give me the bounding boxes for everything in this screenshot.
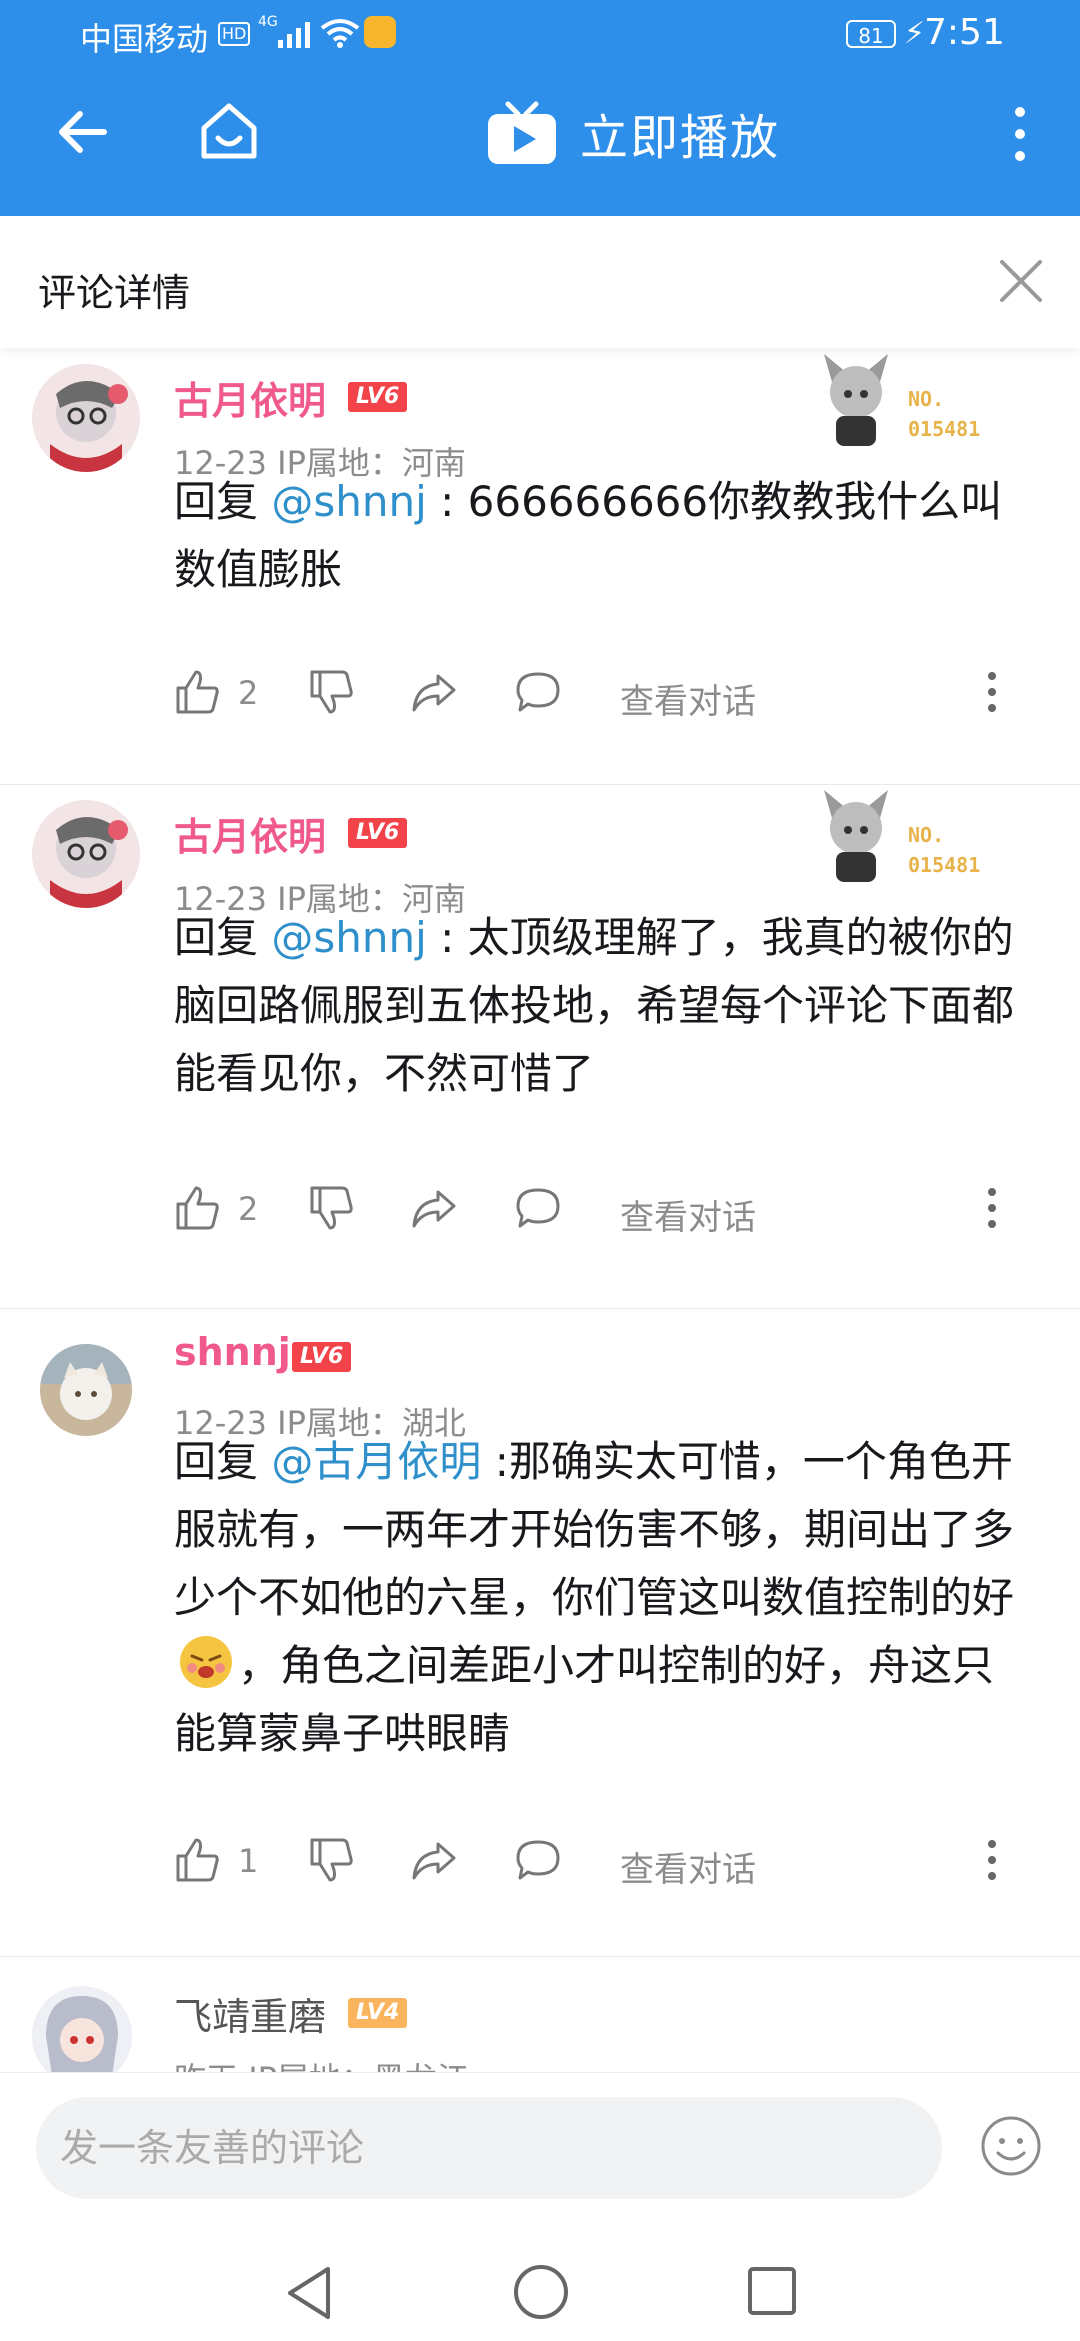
- signal-icon: [278, 22, 310, 48]
- comment-text: 回复 @shnnj : 666666666你教教我什么叫数值膨胀: [174, 477, 1003, 594]
- hd-badge: HD: [218, 22, 251, 46]
- reply-icon[interactable]: [514, 668, 562, 716]
- like-count: 1: [238, 1842, 259, 1880]
- comment-item: 飞靖重磨 LV4 昨天 IP属地：黑龙江: [0, 1956, 1080, 2072]
- nav-recent-apps-icon[interactable]: [746, 2265, 798, 2317]
- like-icon[interactable]: [174, 1184, 222, 1232]
- back-arrow-icon[interactable]: [52, 100, 116, 164]
- fan-badge-number: NO. 015481: [908, 823, 981, 877]
- charging-icon: ⚡: [904, 16, 926, 51]
- comment-item: 古月依明 LV6 12-23 IP属地：河南 NO. 015481 回复 @shn…: [0, 784, 1080, 1309]
- play-now-button[interactable]: 立即播放: [486, 98, 780, 168]
- comment-item: 古月依明 LV6 12-23 IP属地：河南 NO. 015481 回复 @shn…: [0, 348, 1080, 785]
- dislike-icon[interactable]: [308, 668, 356, 716]
- close-icon[interactable]: [996, 256, 1046, 306]
- more-vertical-icon[interactable]: [1000, 104, 1040, 164]
- comment-meta: 昨天 IP属地：黑龙江: [174, 2054, 469, 2072]
- share-icon[interactable]: [410, 1184, 458, 1232]
- fan-badge-figure: [824, 790, 888, 882]
- like-icon[interactable]: [174, 1836, 222, 1884]
- like-icon[interactable]: [174, 668, 222, 716]
- nav-home-icon[interactable]: [512, 2263, 570, 2321]
- view-dialog-link[interactable]: 查看对话: [620, 1842, 756, 1891]
- level-badge: LV6: [348, 382, 408, 412]
- reply-icon[interactable]: [514, 1184, 562, 1232]
- dislike-icon[interactable]: [308, 1184, 356, 1232]
- like-count: 2: [238, 1190, 259, 1228]
- ip-location: 黑龙江: [373, 2060, 469, 2072]
- tv-play-icon: [488, 101, 556, 164]
- level-badge: LV6: [292, 1342, 352, 1372]
- mention-link[interactable]: @shnnj: [271, 477, 426, 526]
- comment-actions: 2 查看对话: [174, 668, 1034, 724]
- mention-link[interactable]: @shnnj: [271, 913, 426, 962]
- comment-detail-header: 评论详情: [0, 216, 1080, 348]
- level-badge: LV4: [348, 1998, 408, 2028]
- avatar-image: [32, 800, 140, 908]
- home-icon[interactable]: [194, 96, 264, 166]
- mention-link[interactable]: @古月依明: [271, 1437, 481, 1486]
- panel-title: 评论详情: [38, 271, 191, 315]
- comment-text: 回复 @shnnj : 太顶级理解了，我真的被你的脑回路佩服到五体投地，希望每个…: [174, 913, 1015, 1098]
- comment-actions: 2 查看对话: [174, 1184, 1034, 1240]
- username[interactable]: 飞靖重磨: [174, 1986, 326, 2041]
- comment-more-icon[interactable]: [980, 1184, 1004, 1232]
- view-dialog-link[interactable]: 查看对话: [620, 1190, 756, 1239]
- ip-prefix: IP属地：: [248, 2060, 373, 2072]
- avatar[interactable]: [32, 364, 140, 472]
- app-notification-icon: [364, 16, 396, 48]
- comment-text: 回复 @古月依明 :那确实太可惜，一个角色开服就有，一两年才开始伤害不够，期间出…: [174, 1437, 1015, 1758]
- username[interactable]: 古月依明: [174, 370, 326, 425]
- emoji-sticker-icon: [180, 1636, 232, 1688]
- wifi-icon: [320, 19, 360, 48]
- avatar[interactable]: [32, 800, 140, 908]
- avatar-image: [40, 1344, 132, 1436]
- comment-date: 昨天: [174, 2060, 238, 2072]
- dislike-icon[interactable]: [308, 1836, 356, 1884]
- share-icon[interactable]: [410, 668, 458, 716]
- fan-badge: NO. 015481: [818, 788, 998, 888]
- avatar[interactable]: [32, 1986, 132, 2072]
- app-bar: 中国移动 HD 4G 81 ⚡ 7:51 立即播放: [0, 0, 1080, 216]
- comment-input[interactable]: 发一条友善的评论: [36, 2097, 942, 2199]
- level-badge: LV6: [348, 818, 408, 848]
- view-dialog-link[interactable]: 查看对话: [620, 674, 756, 723]
- avatar[interactable]: [40, 1344, 132, 1436]
- status-bar: 中国移动 HD 4G 81 ⚡ 7:51: [0, 0, 1080, 72]
- username[interactable]: 古月依明: [174, 806, 326, 861]
- comment-list[interactable]: 古月依明 LV6 12-23 IP属地：河南 NO. 015481 回复 @shn…: [0, 348, 1080, 2072]
- fan-badge-figure: [824, 354, 888, 446]
- clock: 7:51: [924, 12, 1005, 53]
- fan-badge-number: NO. 015481: [908, 387, 981, 441]
- comment-item: shnnj LV6 12-23 IP属地：湖北 回复 @古月依明 :那确实太可惜…: [0, 1308, 1080, 1957]
- avatar-image: [32, 1986, 132, 2072]
- play-now-label: 立即播放: [580, 110, 781, 166]
- like-count: 2: [238, 674, 259, 712]
- username[interactable]: shnnj: [174, 1330, 291, 1374]
- network-type: 4G: [258, 14, 278, 30]
- comment-actions: 1 查看对话: [174, 1836, 1034, 1892]
- carrier-name: 中国移动: [80, 20, 209, 58]
- emoji-icon[interactable]: [980, 2115, 1042, 2177]
- avatar-image: [32, 364, 140, 472]
- comment-more-icon[interactable]: [980, 668, 1004, 716]
- comment-more-icon[interactable]: [980, 1836, 1004, 1884]
- bottom-bar: 发一条友善的评论: [0, 2072, 1080, 2341]
- system-navigation-bar: [0, 2263, 1080, 2333]
- share-icon[interactable]: [410, 1836, 458, 1884]
- fan-badge: NO. 015481: [818, 352, 998, 452]
- nav-back-icon[interactable]: [282, 2263, 338, 2323]
- battery-indicator: 81: [846, 20, 896, 48]
- reply-icon[interactable]: [514, 1836, 562, 1884]
